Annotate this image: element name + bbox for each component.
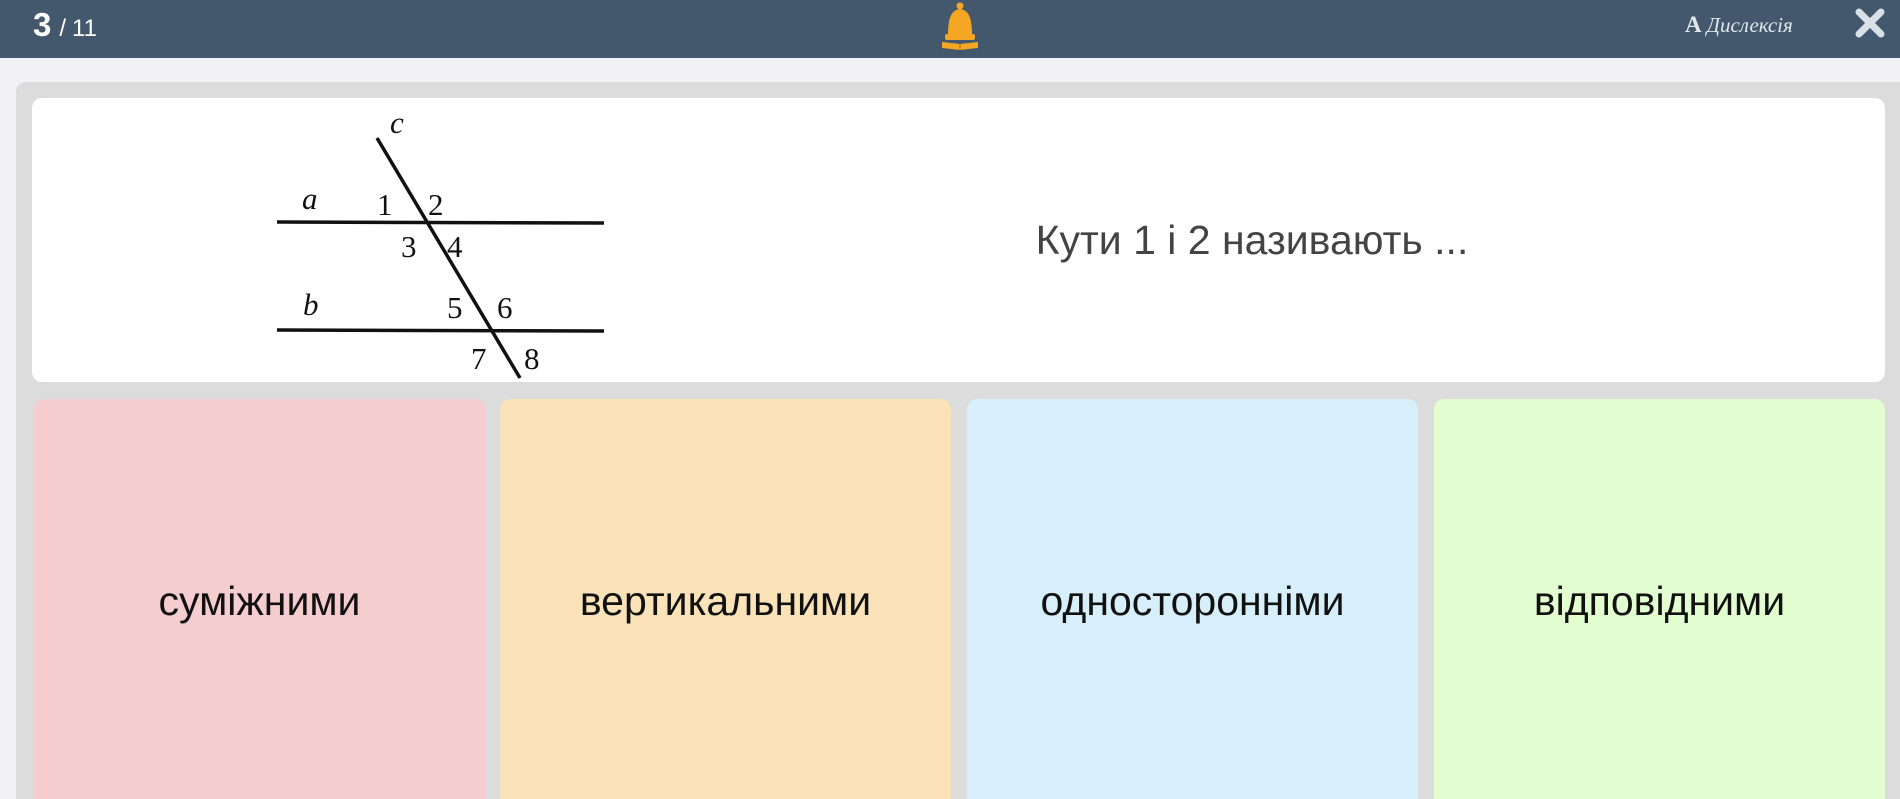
counter-separator: /	[59, 15, 67, 42]
answer-label-2: вертикальними	[579, 578, 872, 624]
angle-6: 6	[497, 290, 513, 325]
top-bar: 3 / 11 A Дислексія	[0, 0, 1900, 58]
answer-label-3: односторонніми	[1040, 578, 1345, 624]
parallel-lines-figure: c a b 1 2 3 4 5 6 7 8	[276, 105, 605, 379]
angle-5: 5	[447, 290, 463, 325]
total-questions: 11	[72, 15, 97, 42]
label-a: a	[302, 181, 318, 216]
answer-option-3[interactable]: односторонніми	[967, 399, 1418, 799]
answer-option-1[interactable]: суміжними	[34, 399, 485, 799]
answer-option-2[interactable]: вертикальними	[500, 399, 951, 799]
question-card: c a b 1 2 3 4 5 6 7 8 Кути 1 і 2 називаю…	[32, 98, 1885, 382]
angle-3: 3	[401, 229, 417, 264]
question-text: Кути 1 і 2 називають ...	[1035, 216, 1469, 263]
close-icon[interactable]	[1854, 7, 1886, 39]
angle-7: 7	[471, 341, 487, 376]
current-question-number: 3	[33, 6, 52, 43]
question-counter: 3 / 11	[33, 6, 97, 52]
line-b	[276, 328, 605, 333]
dyslexia-toggle[interactable]: A Дислексія	[1685, 12, 1793, 38]
angle-2: 2	[428, 187, 444, 222]
bell-icon[interactable]	[937, 1, 983, 51]
dyslexia-label: Дислексія	[1706, 12, 1793, 37]
label-c: c	[390, 105, 404, 140]
answer-option-4[interactable]: відповідними	[1434, 399, 1885, 799]
answer-label-4: відповідними	[1533, 578, 1786, 624]
label-b: b	[303, 287, 319, 322]
angle-1: 1	[377, 187, 393, 222]
angle-8: 8	[524, 341, 540, 376]
dyslexia-font-icon: A	[1685, 12, 1702, 37]
line-a	[276, 220, 605, 225]
answer-label-1: суміжними	[158, 578, 361, 624]
angle-4: 4	[447, 229, 463, 264]
